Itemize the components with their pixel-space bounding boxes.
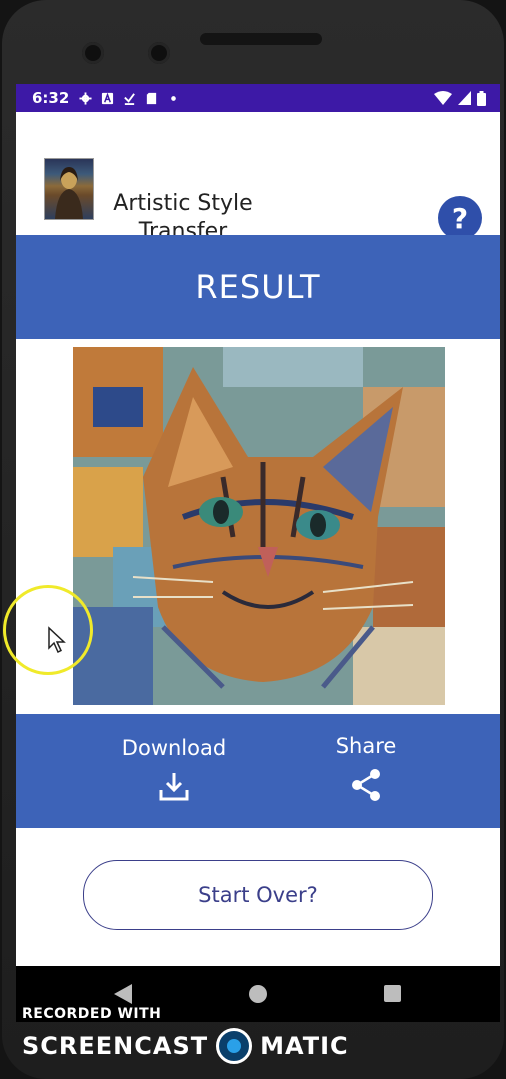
watermark-right: MATIC [260,1032,349,1060]
download-label: Download [121,736,227,760]
screencast-logo-icon [216,1028,253,1064]
start-over-button[interactable]: Start Over? [83,860,433,930]
app-header: Artistic Style Transfer ? [16,112,500,244]
status-bar: 6:32 [16,84,500,112]
home-icon[interactable] [249,985,267,1003]
share-icon [352,769,380,801]
battery-icon [477,90,486,106]
dot-icon [171,95,177,101]
front-camera-icon [82,42,104,64]
download-button[interactable]: Download [114,736,234,802]
share-label: Share [335,734,397,758]
sd-card-icon [147,92,157,104]
result-banner: RESULT [16,235,500,339]
signal-icon [458,91,471,105]
app-logo [44,158,94,220]
app-screen: 6:32 Artistic Style Transfer ? RESULT Do… [16,84,500,1020]
recent-apps-icon[interactable] [384,985,401,1002]
download-done-icon [124,92,136,105]
mouse-cursor-icon [48,626,66,654]
share-button[interactable]: Share [314,734,418,802]
watermark-left: SCREENCAST [22,1032,209,1060]
recording-watermark: RECORDED WITH SCREENCAST MATIC [22,1006,349,1064]
help-button[interactable]: ? [438,196,482,240]
a-icon [102,92,114,104]
download-icon [159,773,189,801]
status-time: 6:32 [32,89,70,107]
back-icon[interactable] [114,984,132,1004]
stylized-result-image [73,347,445,705]
settings-icon [79,91,92,105]
sensor-icon [148,42,170,64]
wifi-icon [434,91,452,105]
earpiece [200,33,322,45]
result-action-bar: Download Share [16,714,500,828]
watermark-caption: RECORDED WITH [22,1006,162,1022]
